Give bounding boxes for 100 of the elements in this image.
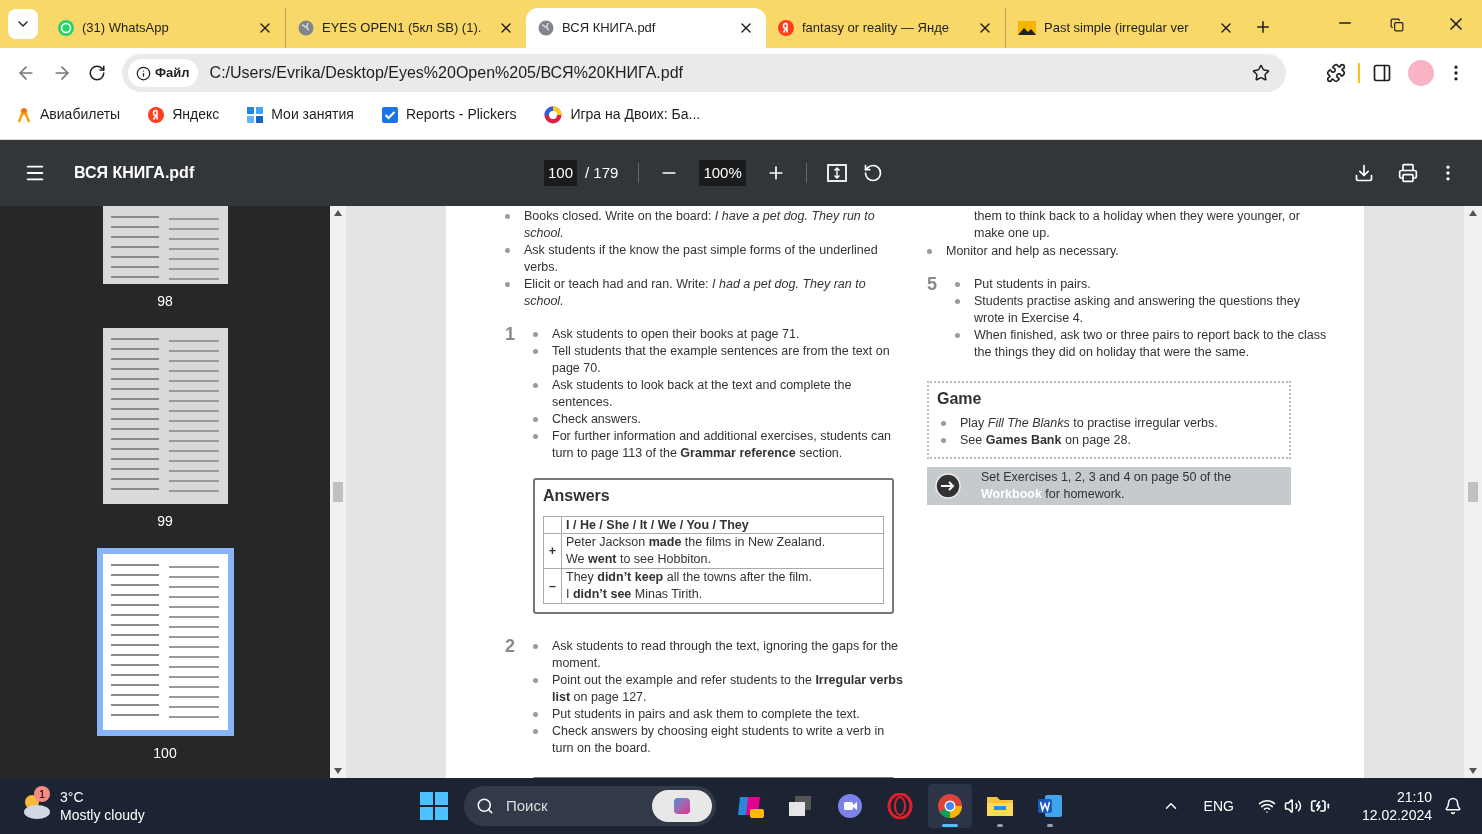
- zoom-field[interactable]: 100%: [699, 159, 746, 187]
- page-number: 100: [153, 744, 177, 762]
- instruction-text: Monitor and help as necessary.: [946, 243, 1119, 260]
- tab-title: (31) WhatsApp: [82, 19, 170, 38]
- exercise-number: 5: [927, 276, 938, 296]
- document-icon: [1037, 793, 1063, 819]
- page-field[interactable]: 100: [544, 159, 578, 187]
- instruction-text: Tell students that the example sentences are from the text on page 70.: [552, 343, 891, 377]
- globe-icon: [298, 20, 314, 36]
- bookmark[interactable]: Яндекс: [148, 104, 220, 125]
- instruction-text: Ask students to look back at the text and complete the sentences.: [552, 377, 853, 411]
- tab-title: ВСЯ КНИГА.pdf: [562, 19, 657, 38]
- bullet-icon: [533, 417, 538, 422]
- page-number: 99: [157, 512, 173, 530]
- address-bar[interactable]: Файл C:/Users/Evrika/Desktop/Eyes%20Open%205/ВСЯ%20КНИГА.pdf: [122, 54, 1286, 92]
- restore-icon[interactable]: [1390, 18, 1404, 32]
- rotate-icon[interactable]: [862, 163, 883, 183]
- weather-text: Mostly cloudy: [60, 806, 145, 824]
- instruction-text: Put students in pairs.: [974, 276, 1091, 293]
- page-thumbnail[interactable]: [96, 548, 234, 736]
- yandex-icon: [148, 106, 165, 123]
- sign-cell: +: [543, 533, 562, 569]
- bullet-icon: [533, 644, 538, 649]
- table-header: I / He / She / It / We / You / They: [561, 516, 884, 534]
- game-text: See Games Bank on page 28.: [960, 432, 1131, 449]
- tab-search-button[interactable]: [8, 9, 38, 39]
- grid-icon: [247, 106, 264, 123]
- notifications-icon[interactable]: [1444, 797, 1462, 815]
- download-icon[interactable]: [1354, 163, 1374, 183]
- ball-icon: [544, 105, 563, 124]
- bullet-icon: [955, 282, 960, 287]
- bullet-icon: [955, 299, 960, 304]
- instruction-text: Ask students if the know the past simple forms of the underlined verbs.: [524, 242, 879, 276]
- side-panel-icon[interactable]: [1372, 63, 1392, 83]
- instruction-text: Ask students to open their books at page 71.: [552, 326, 800, 343]
- search-field[interactable]: Поиск: [464, 786, 716, 826]
- bookmark[interactable]: Мои занятия: [247, 104, 354, 125]
- page-number: 98: [157, 292, 173, 310]
- bullet-icon: [533, 383, 538, 388]
- bookmark[interactable]: Авиабилеты: [16, 104, 121, 125]
- bullet-icon: [941, 421, 946, 426]
- extensions-icon[interactable]: [1326, 63, 1346, 83]
- instruction-text: Check answers by choosing eight students to write a verb in turn on the board.: [552, 723, 886, 757]
- instruction-text: Books closed. Write on the board: I have a pet dog. They run to school.: [524, 208, 876, 242]
- bullet-icon: [533, 712, 538, 717]
- weather-widget[interactable]: 1 3°C Mostly cloudy: [20, 788, 420, 824]
- language-indicator[interactable]: ENG: [1203, 795, 1234, 817]
- wifi-icon[interactable]: [1257, 797, 1276, 815]
- notification-badge: 1: [34, 786, 50, 802]
- fit-page-icon[interactable]: [826, 163, 847, 183]
- instruction-text: Elicit or teach had and ran. Write: I had a pet dog. They ran to school.: [524, 276, 867, 310]
- bullet-icon: [941, 438, 946, 443]
- taskbar-app[interactable]: [928, 784, 972, 828]
- homework-text: Set Exercises 1, 2, 3 and 4 on page 50 of the Workbook for homework.: [981, 469, 1233, 503]
- bookmark[interactable]: Игра на Двоих: Ба...: [544, 104, 701, 125]
- tab-title: EYES OPEN1 (5кл SB) (1).: [322, 19, 483, 38]
- globe-icon: [538, 20, 554, 36]
- browser-tab[interactable]: Past simple (irregular ver: [1006, 8, 1246, 48]
- instruction-text: them to think back to a holiday when they were younger, or make one up.: [974, 208, 1301, 242]
- running-indicator: [997, 824, 1003, 827]
- box-title: Answers: [543, 486, 611, 506]
- bullet-icon: [533, 332, 538, 337]
- copilot-icon[interactable]: [652, 790, 712, 822]
- arrow-circle-icon: [935, 473, 961, 499]
- clock[interactable]: 21:10 12.02.2024: [1361, 788, 1432, 824]
- bullet-icon: [505, 214, 510, 219]
- site-info-chip[interactable]: Файл: [128, 59, 198, 87]
- browser-tab[interactable]: ВСЯ КНИГА.pdf: [526, 8, 766, 48]
- answer-text: I didn’t see Minas Tirith.: [566, 587, 703, 601]
- answer-text: We went to see Hobbiton.: [566, 552, 711, 566]
- instruction-text: Students practise asking and answering the questions they wrote in Exercise 4.: [974, 293, 1301, 327]
- scrollbar[interactable]: [330, 206, 346, 778]
- box-title: Game: [937, 389, 983, 409]
- scrollbar[interactable]: [1464, 206, 1482, 778]
- page-total: / 179: [585, 162, 619, 183]
- bullet-icon: [505, 282, 510, 287]
- info-icon: [136, 65, 151, 81]
- yandex-icon: [778, 20, 794, 36]
- sign-cell: –: [543, 568, 562, 604]
- windows-icon[interactable]: [420, 792, 448, 820]
- running-indicator: [942, 824, 958, 827]
- reload-icon[interactable]: [88, 64, 106, 82]
- person-icon: [16, 106, 32, 123]
- new-tab-icon[interactable]: [1254, 18, 1272, 36]
- chat-icon: [58, 20, 74, 36]
- instruction-text: For further information and additional exercises, students can turn to page 113 of the Grammar reference section.: [552, 428, 893, 462]
- star-icon[interactable]: [1252, 64, 1270, 82]
- tab-title: Past simple (irregular ver: [1044, 19, 1190, 38]
- ring-icon: [887, 793, 913, 819]
- volume-icon[interactable]: [1283, 797, 1302, 815]
- tab-title: fantasy or reality — Янде: [802, 19, 950, 38]
- print-icon[interactable]: [1398, 163, 1418, 183]
- bookmark[interactable]: Reports - Plickers: [381, 104, 517, 125]
- bullet-icon: [927, 249, 932, 254]
- instruction-text: Put students in pairs and ask them to complete the text.: [552, 706, 860, 723]
- browser-icon: [937, 793, 963, 819]
- temperature-text: 3°C: [60, 788, 85, 806]
- exercise-number: 2: [505, 638, 516, 658]
- browser-tab[interactable]: EYES OPEN1 (5кл SB) (1).: [286, 8, 526, 48]
- url-text: C:/Users/Evrika/Desktop/Eyes%20Open%205/ВСЯ%20КНИГА.pdf: [209, 63, 684, 83]
